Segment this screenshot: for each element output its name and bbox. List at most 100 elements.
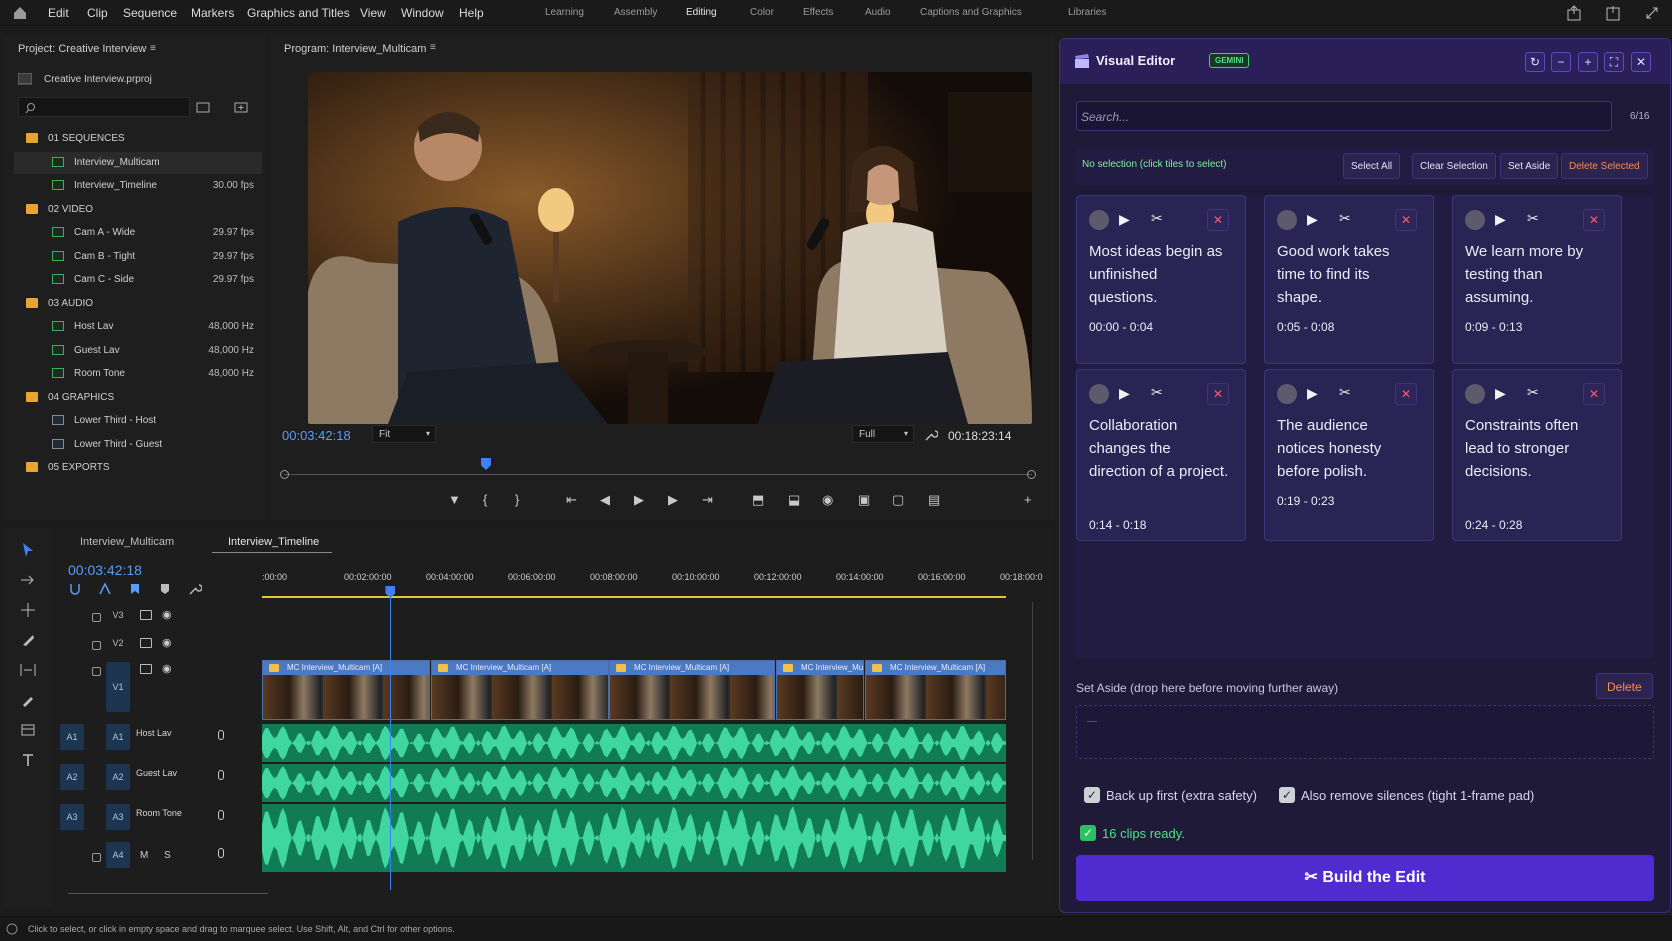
track-source-a1[interactable]: A1 xyxy=(60,724,84,750)
tile-select-toggle[interactable] xyxy=(1089,210,1109,230)
trim-icon[interactable]: ▢ xyxy=(892,492,904,508)
toggle-sync-icon[interactable] xyxy=(140,664,152,674)
track-target-a3[interactable]: A3 xyxy=(106,804,130,830)
bin-folder[interactable]: 02 VIDEO xyxy=(14,199,262,221)
scissors-icon[interactable]: ✂ xyxy=(1151,384,1163,401)
camera-icon[interactable]: ◉ xyxy=(822,492,833,508)
refresh-button[interactable]: ↻ xyxy=(1525,52,1545,72)
project-item[interactable]: Lower Third - Guest xyxy=(14,434,262,456)
quality-dropdown[interactable]: Full ▾ xyxy=(852,425,914,443)
mark-out-icon[interactable]: } xyxy=(515,492,519,507)
video-clip[interactable]: MC Interview_Multicam [A] xyxy=(865,660,1006,720)
play-icon[interactable]: ▶ xyxy=(1307,385,1318,402)
project-item[interactable]: Lower Third - Host xyxy=(14,410,262,432)
remove-tile-button[interactable]: ✕ xyxy=(1207,383,1229,405)
project-search-input[interactable] xyxy=(18,97,190,117)
track-lock-icon[interactable] xyxy=(92,667,101,676)
timeline-wrench-icon[interactable] xyxy=(188,582,202,596)
audio-clip-a2[interactable] xyxy=(262,764,1006,802)
extract-icon[interactable]: ⬓ xyxy=(788,492,800,508)
toggle-sync-icon[interactable] xyxy=(140,610,152,620)
bin-folder[interactable]: 01 SEQUENCES xyxy=(14,128,262,150)
ve-search-input[interactable]: Search... xyxy=(1076,101,1612,131)
mark-in-icon[interactable]: { xyxy=(483,492,487,507)
timeline-tab[interactable]: Interview_Timeline xyxy=(228,536,319,548)
marker-icon[interactable] xyxy=(158,582,172,596)
share-icon[interactable] xyxy=(1566,5,1582,21)
lift-icon[interactable]: ⬒ xyxy=(752,492,764,508)
clip-tile[interactable]: ▶ ✂ ✕ Collaboration changes the direction o… xyxy=(1076,369,1246,541)
insert-icon[interactable]: ▣ xyxy=(858,492,870,508)
clip-tile[interactable]: ▶ ✂ ✕ We learn more by testing than assumin… xyxy=(1452,195,1622,364)
microphone-icon[interactable] xyxy=(218,810,224,820)
audio-clip-a3[interactable] xyxy=(262,804,1006,872)
play-icon[interactable]: ▶ xyxy=(1495,385,1506,402)
track-label-v1[interactable]: V1 xyxy=(106,662,130,712)
remove-tile-button[interactable]: ✕ xyxy=(1583,209,1605,231)
marker-icon[interactable]: ▼ xyxy=(448,492,461,507)
eye-icon[interactable]: ◉ xyxy=(162,662,172,675)
build-edit-button[interactable]: ✂ Build the Edit xyxy=(1076,855,1654,901)
video-clip[interactable]: MC Interview_Multicam [A] xyxy=(262,660,430,720)
fit-dropdown[interactable]: Fit ▾ xyxy=(372,425,436,443)
step-back-icon[interactable]: ◀ xyxy=(600,492,610,508)
track-target-a4[interactable]: A4 xyxy=(106,842,130,868)
bin-folder[interactable]: 03 AUDIO xyxy=(14,293,262,315)
linked-selection-icon[interactable] xyxy=(98,582,112,596)
timeline-timecode[interactable]: 00:03:42:18 xyxy=(68,562,142,578)
set-aside-delete-button[interactable]: Delete xyxy=(1596,673,1653,699)
add-marker-icon[interactable] xyxy=(128,582,142,596)
menu-sequence[interactable]: Sequence xyxy=(123,6,177,20)
track-lock-icon[interactable] xyxy=(92,641,101,650)
audio-clip-a1[interactable] xyxy=(262,724,1006,762)
remove-tile-button[interactable]: ✕ xyxy=(1395,209,1417,231)
close-button[interactable]: ✕ xyxy=(1631,52,1651,72)
project-item[interactable]: Cam B - Tight 29.97 fps xyxy=(14,246,262,268)
eye-icon[interactable]: ◉ xyxy=(162,636,172,649)
workspace-tab-captions-and-graphics[interactable]: Captions and Graphics xyxy=(920,7,1022,18)
workspace-tab-learning[interactable]: Learning xyxy=(545,7,584,18)
clear-selection-button[interactable]: Clear Selection xyxy=(1412,153,1496,179)
add-button[interactable]: + xyxy=(1578,52,1598,72)
track-target-a1[interactable]: A1 xyxy=(106,724,130,750)
tile-select-toggle[interactable] xyxy=(1089,384,1109,404)
set-aside-dropzone[interactable]: — xyxy=(1076,705,1654,759)
rectangle-tool-icon[interactable] xyxy=(20,722,36,738)
ripple-edit-icon[interactable] xyxy=(20,602,36,618)
microphone-icon[interactable] xyxy=(218,730,224,740)
project-item[interactable]: Interview_Multicam xyxy=(14,151,262,174)
select-all-button[interactable]: Select All xyxy=(1343,153,1401,179)
scissors-icon[interactable]: ✂ xyxy=(1339,384,1351,401)
go-to-in-icon[interactable]: ⇤ xyxy=(566,492,577,508)
delete-selected-button[interactable]: Delete Selected xyxy=(1561,153,1648,179)
tile-select-toggle[interactable] xyxy=(1465,210,1485,230)
play-icon[interactable]: ▶ xyxy=(634,492,644,508)
step-forward-icon[interactable]: ▶ xyxy=(668,492,678,508)
backup-checkbox[interactable]: ✓ xyxy=(1084,787,1100,803)
scrub-start-handle[interactable] xyxy=(280,470,289,479)
pen-tool-icon[interactable] xyxy=(20,692,36,708)
mute-button[interactable]: M xyxy=(140,850,148,861)
track-lock-icon[interactable] xyxy=(92,853,101,862)
play-icon[interactable]: ▶ xyxy=(1119,211,1130,228)
compare-icon[interactable]: ▤ xyxy=(928,492,940,508)
bin-folder[interactable]: 04 GRAPHICS xyxy=(14,387,262,409)
project-item[interactable]: Guest Lav 48,000 Hz xyxy=(14,340,262,362)
remove-tile-button[interactable]: ✕ xyxy=(1583,383,1605,405)
minimize-button[interactable]: − xyxy=(1551,52,1571,72)
project-item[interactable]: Host Lav 48,000 Hz xyxy=(14,316,262,338)
clip-tile[interactable]: ▶ ✂ ✕ Constraints often lead to stronger de… xyxy=(1452,369,1622,541)
track-source-a3[interactable]: A3 xyxy=(60,804,84,830)
expand-button[interactable]: ⛶ xyxy=(1604,52,1624,72)
timeline-tab[interactable]: Interview_Multicam xyxy=(80,536,174,548)
toggle-sync-icon[interactable] xyxy=(140,638,152,648)
clip-tile[interactable]: ▶ ✂ ✕ The audience notices honesty before p… xyxy=(1264,369,1434,541)
wrench-icon[interactable] xyxy=(924,428,938,442)
razor-icon[interactable] xyxy=(20,632,36,648)
clip-tile[interactable]: ▶ ✂ ✕ Most ideas begin as unfinished questi… xyxy=(1076,195,1246,364)
add-button-icon[interactable]: + xyxy=(1024,492,1032,507)
remove-silences-checkbox[interactable]: ✓ xyxy=(1279,787,1295,803)
scissors-icon[interactable]: ✂ xyxy=(1151,210,1163,227)
workspace-tab-effects[interactable]: Effects xyxy=(803,7,833,18)
workspace-tab-color[interactable]: Color xyxy=(750,7,774,18)
